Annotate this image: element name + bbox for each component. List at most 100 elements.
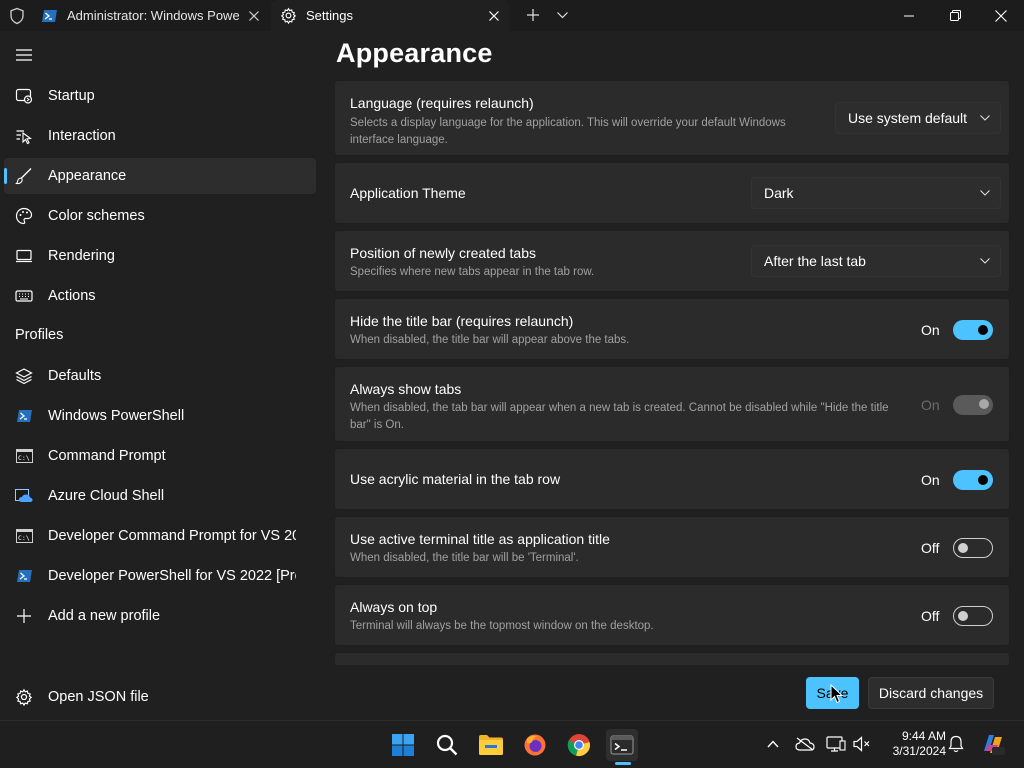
setting-title: Use acrylic material in the tab row: [350, 471, 561, 487]
toggle-state-label: Off: [921, 540, 940, 556]
new-tab-button[interactable]: [520, 3, 546, 27]
setting-title: Always show tabs: [350, 381, 462, 397]
open-json-label: Open JSON file: [48, 689, 149, 705]
acrylic-toggle-group[interactable]: On: [921, 469, 993, 491]
always-on-top-toggle[interactable]: [953, 606, 993, 626]
always-on-top-toggle-group[interactable]: Off: [921, 605, 993, 627]
setting-next-partial: [334, 652, 1010, 665]
language-dropdown[interactable]: Use system default: [835, 102, 1001, 134]
monitor-icon: [15, 247, 33, 265]
notification-bell-icon[interactable]: [946, 734, 966, 754]
discard-changes-button[interactable]: Discard changes: [868, 677, 994, 709]
close-tab-icon[interactable]: [239, 1, 269, 31]
plus-icon: [527, 9, 539, 21]
toggle-knob: [979, 399, 989, 409]
tab-label: Settings: [306, 8, 353, 23]
sidebar-item-windows-powershell[interactable]: Windows PowerShell: [4, 398, 316, 434]
close-window-button[interactable]: [978, 0, 1024, 31]
network-icon[interactable]: [826, 734, 846, 754]
svg-text:C:\: C:\: [18, 454, 30, 462]
new-tab-position-dropdown[interactable]: After the last tab: [751, 245, 1001, 277]
hamburger-menu-icon[interactable]: [14, 45, 34, 65]
selection-indicator: [4, 168, 7, 184]
active-title-toggle[interactable]: [953, 538, 993, 558]
terminal-icon[interactable]: [606, 729, 638, 761]
sidebar-item-interaction[interactable]: Interaction: [4, 118, 316, 154]
tab-dropdown-button[interactable]: [550, 3, 574, 27]
acrylic-toggle[interactable]: [953, 470, 993, 490]
active-title-toggle-group[interactable]: Off: [921, 537, 993, 559]
setting-description: When disabled, the tab bar will appear w…: [350, 402, 889, 431]
sidebar-item-actions[interactable]: Actions: [4, 278, 316, 314]
always-show-tabs-toggle: [953, 395, 993, 415]
title-bar: Administrator: Windows PowerShell Settin…: [0, 0, 1024, 31]
copilot-icon[interactable]: [980, 731, 1006, 757]
setting-title: Always on top: [350, 599, 438, 615]
sidebar-item-rendering[interactable]: Rendering: [4, 238, 316, 274]
cmd-icon: C:\: [15, 527, 33, 545]
interaction-icon: [15, 127, 33, 145]
page-title: Appearance: [336, 38, 493, 68]
setting-description: When disabled, the title bar will be 'Te…: [350, 552, 579, 564]
setting-application-theme: Application Theme Dark: [334, 162, 1010, 224]
sidebar-item-appearance[interactable]: Appearance: [4, 158, 316, 194]
hide-title-bar-toggle-group[interactable]: On: [921, 319, 993, 341]
sidebar-item-azure-cloud-shell[interactable]: Azure Cloud Shell: [4, 478, 316, 514]
toggle-knob: [978, 475, 988, 485]
setting-language: Language (requires relaunch) Selects a d…: [334, 80, 1010, 156]
theme-dropdown[interactable]: Dark: [751, 177, 1001, 209]
chevron-down-icon: [970, 178, 1000, 208]
settings-list[interactable]: Language (requires relaunch) Selects a d…: [321, 78, 1024, 665]
tab-label: Administrator: Windows PowerShell: [67, 8, 239, 23]
setting-title: Application Theme: [350, 185, 466, 201]
system-clock[interactable]: 9:44 AM 3/31/2024: [880, 729, 946, 759]
startup-icon: [15, 87, 33, 105]
volume-muted-icon[interactable]: [852, 734, 872, 754]
setting-description: Specifies where new tabs appear in the t…: [350, 266, 595, 278]
setting-always-on-top: Always on top Terminal will always be th…: [334, 584, 1010, 646]
open-json-file-button[interactable]: Open JSON file: [4, 679, 316, 715]
file-explorer-icon[interactable]: [475, 729, 507, 761]
windows-start-icon[interactable]: [387, 729, 419, 761]
powershell-icon: [15, 567, 33, 585]
maximize-button[interactable]: [932, 0, 978, 31]
setting-title: Position of newly created tabs: [350, 245, 536, 261]
sidebar-item-label: Interaction: [48, 128, 116, 144]
keyboard-icon: [15, 287, 33, 305]
sidebar-item-label: Defaults: [48, 368, 102, 384]
sidebar-item-label: Developer Command Prompt for VS 2022: [48, 528, 296, 544]
sidebar-item-color-schemes[interactable]: Color schemes: [4, 198, 316, 234]
chevron-up-icon[interactable]: [763, 734, 783, 754]
sidebar-item-defaults[interactable]: Defaults: [4, 358, 316, 394]
tab-powershell[interactable]: Administrator: Windows PowerShell: [32, 0, 269, 31]
onedrive-icon[interactable]: [795, 734, 815, 754]
toggle-state-label: On: [921, 472, 940, 488]
sidebar-item-startup[interactable]: Startup: [4, 78, 316, 114]
chrome-icon[interactable]: [563, 729, 595, 761]
close-tab-icon[interactable]: [479, 1, 509, 31]
gear-icon: [15, 688, 33, 706]
sidebar-item-developer-powershell[interactable]: Developer PowerShell for VS 2022 [Previe…: [4, 558, 316, 594]
profiles-section-header: Profiles: [15, 327, 64, 343]
sidebar-item-command-prompt[interactable]: C:\ Command Prompt: [4, 438, 316, 474]
sidebar-item-add-new-profile[interactable]: Add a new profile: [4, 598, 316, 634]
dropdown-value: Dark: [764, 185, 794, 201]
plus-icon: [15, 607, 33, 625]
sidebar-item-label: Azure Cloud Shell: [48, 488, 165, 504]
minimize-button[interactable]: [886, 0, 932, 31]
tab-settings[interactable]: Settings: [271, 0, 509, 31]
mouse-cursor-icon: [830, 684, 844, 704]
search-icon[interactable]: [431, 729, 463, 761]
toggle-state-label: Off: [921, 608, 940, 624]
palette-icon: [15, 207, 33, 225]
chevron-down-icon: [970, 103, 1000, 133]
azure-icon: [15, 487, 33, 505]
sidebar-item-label: Command Prompt: [48, 448, 166, 464]
firefox-icon[interactable]: [519, 729, 551, 761]
toggle-knob: [958, 611, 968, 621]
hide-title-bar-toggle[interactable]: [953, 320, 993, 340]
powershell-icon: [15, 407, 33, 425]
sidebar-item-label: Add a new profile: [48, 608, 161, 624]
setting-description: Terminal will always be the topmost wind…: [350, 620, 654, 632]
sidebar-item-developer-command-prompt[interactable]: C:\ Developer Command Prompt for VS 2022: [4, 518, 316, 554]
